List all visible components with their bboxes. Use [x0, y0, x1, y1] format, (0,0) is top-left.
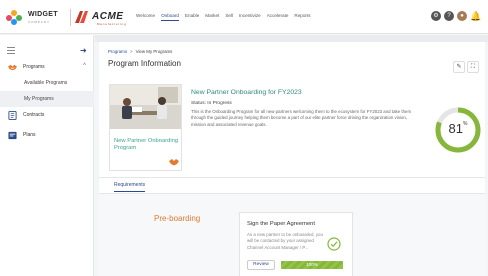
status-badge: In Progress	[207, 101, 232, 106]
widget-logo-name: WIDGET	[28, 11, 58, 18]
nav-incentivize[interactable]: Incentivize	[239, 13, 261, 21]
task-description: As a new partner to be onboarded, you wi…	[247, 232, 323, 250]
task-title: Sign the Paper Agreement	[247, 221, 315, 227]
chevron-up-icon[interactable]: ^	[83, 63, 86, 69]
stage-title: Pre-boarding	[154, 214, 201, 223]
main-nav: Welcome Onboard Enable Market Sell Incen…	[136, 13, 311, 21]
pin-icon[interactable]: ➜	[80, 46, 87, 55]
nav-accelerate[interactable]: Accelerate	[267, 13, 289, 21]
sidebar-item-available-programs[interactable]: Available Programs	[0, 75, 94, 91]
breadcrumb-current: View My Programs	[135, 49, 173, 54]
check-circle-icon	[327, 237, 341, 251]
widget-logo-tag: COMPANY	[28, 20, 50, 24]
sidebar-item-contracts[interactable]: Contracts	[0, 107, 94, 123]
plans-icon	[8, 131, 17, 139]
sidebar-menu: Programs ^ Available Programs My Program…	[0, 59, 94, 143]
acme-logo-tag: Manufacturing	[97, 22, 127, 26]
nav-sell[interactable]: Sell	[225, 13, 233, 21]
help-icon[interactable]: ?	[444, 11, 454, 21]
document-icon	[8, 110, 17, 120]
bell-icon[interactable]: 🔔	[470, 11, 481, 21]
program-tile[interactable]: New Partner Onboarding Program	[109, 84, 182, 171]
program-description: This is the Onboarding Program for all n…	[191, 109, 412, 127]
progress-percent: 81	[448, 121, 463, 136]
tab-requirements[interactable]: Requirements	[114, 182, 146, 192]
sidebar-item-label: Contracts	[23, 112, 45, 118]
program-card: Programs > View My Programs Program Inform…	[99, 42, 485, 276]
acme-logo-name: ACME	[92, 11, 124, 22]
sidebar-item-programs[interactable]: Programs ^	[0, 59, 94, 75]
settings-icon[interactable]: ⚙	[431, 11, 441, 21]
hamburger-icon[interactable]	[7, 47, 15, 56]
nav-welcome[interactable]: Welcome	[136, 13, 155, 21]
widget-logo-mark-icon	[6, 10, 26, 26]
handshake-icon	[8, 64, 17, 70]
nav-enable[interactable]: Enable	[185, 13, 199, 21]
sidebar-item-my-programs[interactable]: My Programs	[0, 91, 94, 107]
review-button[interactable]: Review	[247, 260, 275, 270]
program-tile-title: New Partner Onboarding Program	[114, 138, 179, 151]
logo-divider	[70, 9, 71, 26]
task-progress-label: 100%	[306, 262, 318, 267]
top-bar: WIDGET COMPANY ACME Manufacturing Welcom…	[0, 0, 488, 34]
expand-icon[interactable]: ⛶	[467, 61, 479, 73]
task-progress-bar: 100%	[281, 261, 343, 269]
main-area: Programs > View My Programs Program Inform…	[95, 35, 488, 276]
sidebar-item-label: Plans	[23, 132, 36, 138]
sidebar: ➜ Programs ^ Available Programs My Progr…	[0, 35, 94, 276]
breadcrumb-separator-icon: >	[130, 49, 133, 54]
program-progress-ring: 81%	[433, 105, 483, 155]
nav-reports[interactable]: Reports	[294, 13, 310, 21]
acme-logo[interactable]: ACME Manufacturing	[75, 8, 135, 28]
program-name: New Partner Onboarding for FY2023	[191, 89, 302, 96]
nav-market[interactable]: Market	[205, 13, 219, 21]
top-icons: ⚙ ? ● 🔔	[431, 11, 481, 21]
status-label: Status:	[191, 101, 206, 106]
nav-onboard[interactable]: Onboard	[161, 13, 179, 21]
breadcrumb-programs[interactable]: Programs	[108, 49, 127, 54]
sidebar-item-plans[interactable]: Plans	[0, 127, 94, 143]
pin-icon[interactable]: ✎	[453, 61, 465, 73]
requirements-panel: Pre-boarding Sign the Paper Agreement As…	[99, 194, 485, 276]
program-status: Status: In Progress	[191, 101, 232, 106]
progress-value: 81%	[433, 121, 483, 136]
task-card: Sign the Paper Agreement As a new partne…	[239, 212, 353, 276]
breadcrumb: Programs > View My Programs	[108, 49, 172, 54]
progress-percent-suffix: %	[463, 121, 468, 127]
handshake-icon	[169, 159, 179, 166]
header-strip	[95, 35, 488, 42]
widget-logo[interactable]: WIDGET COMPANY	[6, 8, 68, 28]
card-actions: ✎ ⛶	[453, 61, 479, 73]
page-title: Program Information	[108, 59, 181, 68]
acme-logo-mark-icon	[75, 11, 88, 23]
sidebar-item-label: Programs	[23, 64, 45, 70]
tabs-bar: Requirements	[99, 177, 485, 194]
avatar[interactable]: ●	[457, 11, 467, 21]
program-image	[110, 85, 181, 129]
